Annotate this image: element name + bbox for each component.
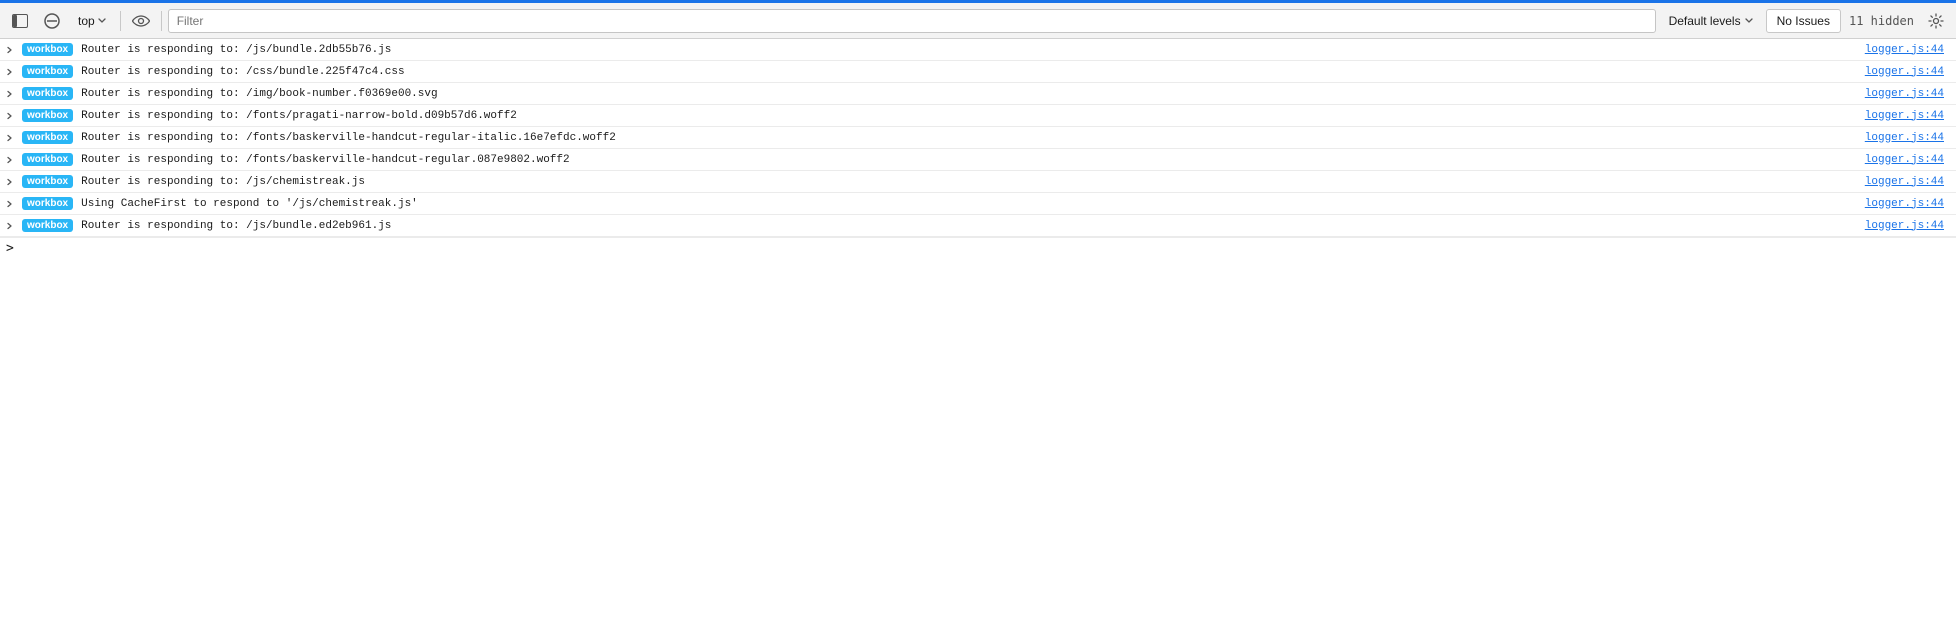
expand-arrow-1[interactable] <box>2 63 18 80</box>
context-selector-button[interactable]: top <box>70 9 114 33</box>
log-source[interactable]: logger.js:44 <box>1865 44 1956 56</box>
log-source[interactable]: logger.js:44 <box>1865 132 1956 144</box>
workbox-badge: workbox <box>22 109 73 122</box>
log-row[interactable]: workbox Router is responding to: /css/bu… <box>0 61 1956 83</box>
levels-label: Default levels <box>1669 14 1741 28</box>
expand-arrow-0[interactable] <box>2 41 18 58</box>
log-source[interactable]: logger.js:44 <box>1865 66 1956 78</box>
log-row[interactable]: workbox Router is responding to: /js/che… <box>0 171 1956 193</box>
workbox-badge: workbox <box>22 175 73 188</box>
expand-arrow-4[interactable] <box>2 129 18 146</box>
live-expressions-button[interactable] <box>127 8 155 34</box>
log-row[interactable]: workbox Router is responding to: /js/bun… <box>0 39 1956 61</box>
toolbar-divider-2 <box>161 11 162 31</box>
log-message: Router is responding to: /fonts/baskervi… <box>81 154 1865 166</box>
workbox-badge: workbox <box>22 197 73 210</box>
workbox-badge: workbox <box>22 87 73 100</box>
levels-chevron-icon <box>1745 18 1753 24</box>
expand-arrow-5[interactable] <box>2 151 18 168</box>
log-source[interactable]: logger.js:44 <box>1865 110 1956 122</box>
log-message: Router is responding to: /js/chemistreak… <box>81 176 1865 188</box>
context-selector-label: top <box>78 14 95 28</box>
default-levels-button[interactable]: Default levels <box>1660 9 1762 33</box>
log-row[interactable]: workbox Using CacheFirst to respond to '… <box>0 193 1956 215</box>
filter-input[interactable] <box>168 9 1656 33</box>
workbox-badge: workbox <box>22 131 73 144</box>
log-message: Router is responding to: /fonts/pragati-… <box>81 110 1865 122</box>
log-area: workbox Router is responding to: /js/bun… <box>0 39 1956 237</box>
expand-arrow-8[interactable] <box>2 217 18 234</box>
log-source[interactable]: logger.js:44 <box>1865 88 1956 100</box>
panel-toggle-button[interactable] <box>6 8 34 34</box>
log-row[interactable]: workbox Router is responding to: /js/bun… <box>0 215 1956 237</box>
log-message: Router is responding to: /js/bundle.2db5… <box>81 44 1865 56</box>
toolbar-divider-1 <box>120 11 121 31</box>
log-source[interactable]: logger.js:44 <box>1865 220 1956 232</box>
panel-toggle-icon <box>12 14 28 28</box>
eye-icon <box>132 15 150 27</box>
workbox-badge: workbox <box>22 43 73 56</box>
clear-console-button[interactable] <box>38 8 66 34</box>
expand-arrow-6[interactable] <box>2 173 18 190</box>
no-issues-button[interactable]: No Issues <box>1766 9 1841 33</box>
log-source[interactable]: logger.js:44 <box>1865 198 1956 210</box>
log-message: Router is responding to: /css/bundle.225… <box>81 66 1865 78</box>
log-source[interactable]: logger.js:44 <box>1865 154 1956 166</box>
expand-arrow-3[interactable] <box>2 107 18 124</box>
console-toolbar: top Default levels No Issues 11 hidden <box>0 3 1956 39</box>
log-message: Router is responding to: /fonts/baskervi… <box>81 132 1865 144</box>
workbox-badge: workbox <box>22 65 73 78</box>
workbox-badge: workbox <box>22 219 73 232</box>
log-message: Using CacheFirst to respond to '/js/chem… <box>81 198 1865 210</box>
no-issues-label: No Issues <box>1777 14 1830 28</box>
log-message: Router is responding to: /img/book-numbe… <box>81 88 1865 100</box>
workbox-badge: workbox <box>22 153 73 166</box>
log-row[interactable]: workbox Router is responding to: /fonts/… <box>0 127 1956 149</box>
log-row[interactable]: workbox Router is responding to: /fonts/… <box>0 149 1956 171</box>
prompt-arrow[interactable]: > <box>6 241 14 256</box>
log-row[interactable]: workbox Router is responding to: /img/bo… <box>0 83 1956 105</box>
hidden-count: 11 hidden <box>1845 14 1918 28</box>
chevron-down-icon <box>98 18 106 24</box>
expand-arrow-2[interactable] <box>2 85 18 102</box>
settings-button[interactable] <box>1922 8 1950 34</box>
expand-arrow-7[interactable] <box>2 195 18 212</box>
console-prompt[interactable]: > <box>0 237 1956 259</box>
log-source[interactable]: logger.js:44 <box>1865 176 1956 188</box>
gear-icon <box>1928 13 1944 29</box>
log-row[interactable]: workbox Router is responding to: /fonts/… <box>0 105 1956 127</box>
log-message: Router is responding to: /js/bundle.ed2e… <box>81 220 1865 232</box>
no-entry-icon <box>44 13 60 29</box>
